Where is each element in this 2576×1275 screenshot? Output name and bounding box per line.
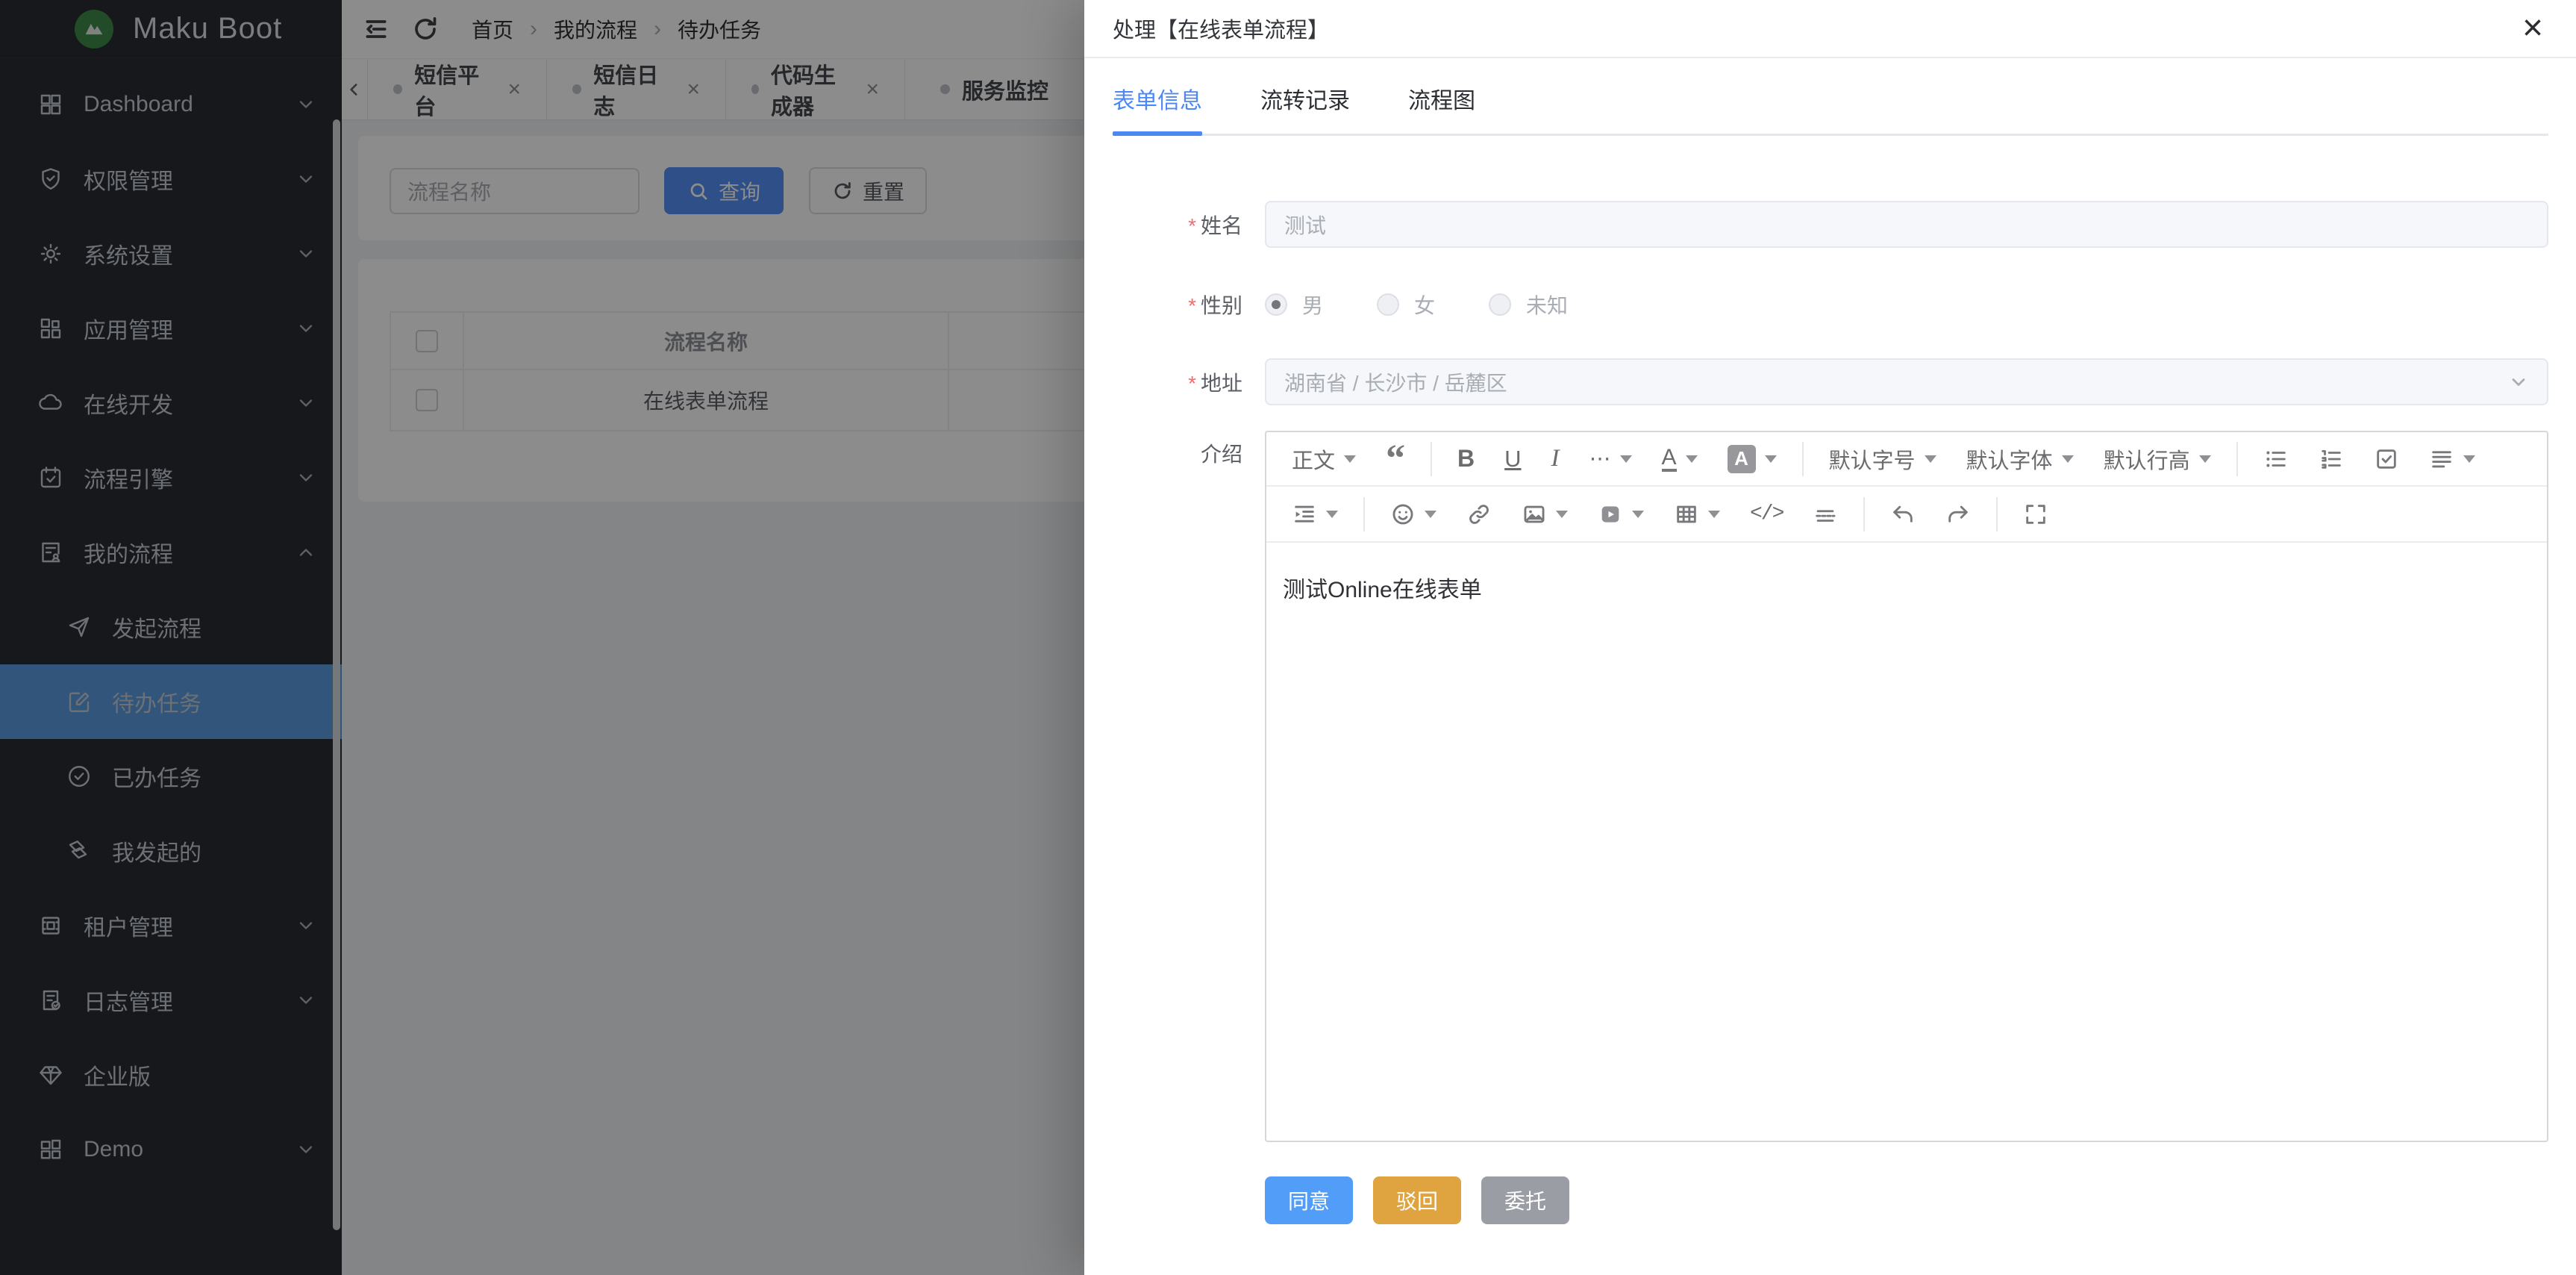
radio-circle <box>1377 293 1399 316</box>
task-list-button[interactable] <box>2362 440 2411 478</box>
caret-down-icon <box>1620 455 1632 463</box>
address-select[interactable]: 湖南省 / 长沙市 / 岳麓区 <box>1265 358 2548 405</box>
toolbar-divider <box>1431 442 1432 476</box>
more-styles-button[interactable]: ⋯ <box>1578 440 1644 478</box>
blockquote-button[interactable]: “ <box>1374 440 1417 478</box>
name-label: 姓名 <box>1201 214 1242 237</box>
indent-button[interactable] <box>1280 495 1350 534</box>
caret-down-icon <box>1686 455 1698 463</box>
line-height-button[interactable]: 默认行高 <box>2092 440 2223 478</box>
numbered-list-button[interactable] <box>2307 440 2356 478</box>
tab-form-info[interactable]: 表单信息 <box>1113 82 1202 136</box>
toolbar-divider <box>1996 497 1998 531</box>
code-block-button[interactable]: </> <box>1738 495 1795 534</box>
toolbar-divider <box>2236 442 2238 476</box>
image-button[interactable] <box>1510 495 1580 534</box>
required-asterisk: * <box>1188 214 1196 237</box>
caret-down-icon <box>2463 455 2475 463</box>
bullet-list-button[interactable] <box>2251 440 2301 478</box>
font-size-button[interactable]: 默认字号 <box>1817 440 1948 478</box>
reject-button[interactable]: 驳回 <box>1373 1176 1461 1224</box>
address-label: 地址 <box>1201 372 1242 395</box>
editor-toolbar-row2: </> <box>1266 487 2547 543</box>
underline-button[interactable]: U <box>1492 440 1533 478</box>
approve-button[interactable]: 同意 <box>1265 1176 1353 1224</box>
editor-toolbar-row1: 正文 “ B U I ⋯ A A 默认字号 默认字体 默认行高 <box>1266 432 2547 487</box>
table-button[interactable] <box>1662 495 1732 534</box>
undo-button[interactable] <box>1878 495 1928 534</box>
required-asterisk: * <box>1188 294 1196 317</box>
form-row-intro: 介绍 正文 “ B U I ⋯ A A 默认字号 默认字体 默认行高 <box>1084 431 2548 1142</box>
modal-overlay[interactable] <box>0 0 1084 1275</box>
radio-circle <box>1489 293 1511 316</box>
radio-circle <box>1265 293 1287 316</box>
toolbar-divider <box>1802 442 1804 476</box>
tab-flow-records[interactable]: 流转记录 <box>1260 82 1350 136</box>
video-button[interactable] <box>1586 495 1656 534</box>
chevron-down-icon <box>2508 372 2529 393</box>
process-drawer: 处理【在线表单流程】 × 表单信息 流转记录 流程图 *姓名 测试 *性别 男 … <box>1084 0 2576 1275</box>
link-button[interactable] <box>1454 495 1504 534</box>
tab-flow-diagram[interactable]: 流程图 <box>1408 82 1475 136</box>
form-row-name: *姓名 测试 <box>1084 201 2548 248</box>
form-row-address: *地址 湖南省 / 长沙市 / 岳麓区 <box>1084 358 2548 405</box>
paragraph-style-button[interactable]: 正文 <box>1280 440 1368 478</box>
caret-down-icon <box>1326 511 1338 518</box>
emoji-button[interactable] <box>1378 495 1448 534</box>
drawer-tabs: 表单信息 流转记录 流程图 <box>1113 58 2548 136</box>
align-button[interactable] <box>2417 440 2487 478</box>
redo-button[interactable] <box>1933 495 1983 534</box>
caret-down-icon <box>1344 455 1356 463</box>
editor-content[interactable]: 测试Online在线表单 <box>1266 543 2547 1141</box>
caret-down-icon <box>2062 455 2074 463</box>
font-family-button[interactable]: 默认字体 <box>1954 440 2086 478</box>
font-color-button[interactable]: A <box>1650 440 1710 478</box>
caret-down-icon <box>2199 455 2211 463</box>
drawer-header: 处理【在线表单流程】 × <box>1084 0 2576 58</box>
background-color-button[interactable]: A <box>1716 440 1789 478</box>
caret-down-icon <box>1425 511 1437 518</box>
divider-line-button[interactable] <box>1801 495 1850 534</box>
drawer-title: 处理【在线表单流程】 <box>1113 13 1329 44</box>
toolbar-divider <box>1863 497 1865 531</box>
caret-down-icon <box>1708 511 1720 518</box>
italic-button[interactable]: I <box>1539 440 1572 478</box>
caret-down-icon <box>1765 455 1777 463</box>
form-row-gender: *性别 男 女 未知 <box>1084 284 2548 325</box>
drawer-actions: 同意 驳回 委托 <box>1265 1176 1569 1224</box>
delegate-button[interactable]: 委托 <box>1481 1176 1569 1224</box>
name-field[interactable]: 测试 <box>1265 201 2548 248</box>
fullscreen-button[interactable] <box>2011 495 2060 534</box>
intro-label: 介绍 <box>1201 443 1242 466</box>
caret-down-icon <box>1556 511 1568 518</box>
rich-text-editor: 正文 “ B U I ⋯ A A 默认字号 默认字体 默认行高 <box>1265 431 2548 1142</box>
toolbar-divider <box>1363 497 1365 531</box>
bold-button[interactable]: B <box>1445 440 1486 478</box>
radio-unknown[interactable]: 未知 <box>1489 290 1568 319</box>
radio-female[interactable]: 女 <box>1377 290 1435 319</box>
close-icon[interactable]: × <box>2522 10 2543 46</box>
gender-label: 性别 <box>1201 294 1242 317</box>
required-asterisk: * <box>1188 372 1196 395</box>
caret-down-icon <box>1925 455 1936 463</box>
caret-down-icon <box>1632 511 1644 518</box>
radio-male[interactable]: 男 <box>1265 290 1323 319</box>
